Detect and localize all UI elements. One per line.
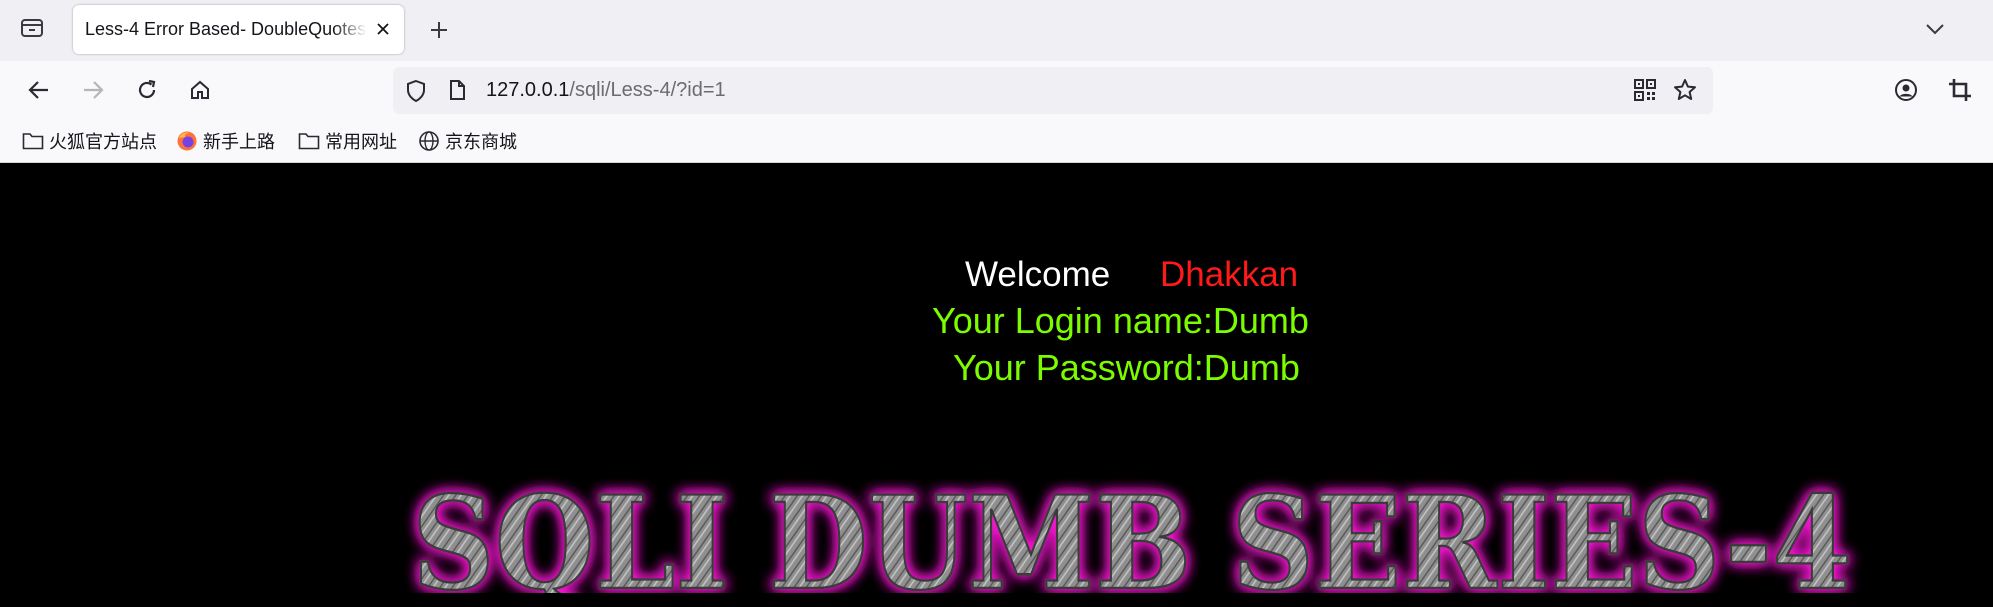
series-banner-image: SQLI DUMB SERIES-4 bbox=[411, 468, 1854, 593]
shield-icon[interactable] bbox=[405, 79, 427, 108]
plus-icon bbox=[431, 22, 447, 38]
back-button[interactable] bbox=[21, 72, 57, 108]
bookmark-label: 常用网址 bbox=[325, 132, 397, 152]
navigation-toolbar: 127.0.0.1/sqli/Less-4/?id=1 bbox=[0, 61, 1993, 120]
welcome-line: Welcome Dhakkan bbox=[0, 255, 1993, 299]
active-tab[interactable]: Less-4 Error Based- DoubleQuotes- String bbox=[73, 5, 404, 54]
bookmark-label: 京东商城 bbox=[445, 132, 517, 152]
close-icon[interactable] bbox=[372, 18, 394, 40]
tab-list-icon[interactable] bbox=[14, 13, 50, 43]
page-content: Welcome Dhakkan Your Login name:Dumb You… bbox=[0, 163, 1993, 607]
home-button[interactable] bbox=[182, 72, 218, 108]
home-icon bbox=[191, 80, 209, 99]
bookmarks-toolbar: 火狐官方站点 新手上路 常用网址 京东商城 bbox=[0, 120, 1993, 163]
arrow-left-icon bbox=[28, 81, 48, 99]
bookmark-item[interactable]: 新手上路 bbox=[176, 120, 275, 162]
list-all-tabs-button[interactable] bbox=[1918, 12, 1952, 46]
url-text[interactable]: 127.0.0.1/sqli/Less-4/?id=1 bbox=[486, 67, 726, 114]
folder-icon bbox=[22, 133, 44, 150]
bookmark-item[interactable]: 京东商城 bbox=[418, 120, 517, 162]
folder-icon bbox=[298, 133, 320, 150]
chevron-down-icon bbox=[1926, 24, 1944, 35]
welcome-text: Welcome bbox=[965, 255, 1111, 294]
new-tab-button[interactable] bbox=[422, 13, 456, 47]
page-icon[interactable] bbox=[448, 79, 466, 106]
welcome-name: Dhakkan bbox=[1160, 255, 1299, 294]
bookmark-star-icon[interactable] bbox=[1673, 78, 1697, 107]
arrow-right-icon bbox=[84, 81, 104, 99]
bookmark-label: 新手上路 bbox=[203, 132, 275, 152]
account-icon bbox=[1895, 79, 1917, 101]
qr-code-icon[interactable] bbox=[1633, 78, 1657, 107]
reload-icon bbox=[138, 79, 156, 99]
forward-button[interactable] bbox=[75, 72, 111, 108]
bookmark-label: 火狐官方站点 bbox=[49, 132, 157, 152]
url-host: 127.0.0.1 bbox=[486, 79, 570, 101]
account-button[interactable] bbox=[1888, 72, 1924, 108]
banner-text: SQLI DUMB SERIES-4 bbox=[412, 469, 1852, 593]
reload-button[interactable] bbox=[129, 72, 165, 108]
url-path: /sqli/Less-4/?id=1 bbox=[569, 79, 726, 101]
password-text: Your Password:Dumb bbox=[953, 347, 1300, 388]
screenshot-button[interactable] bbox=[1942, 72, 1978, 108]
bookmark-item[interactable]: 火狐官方站点 bbox=[22, 120, 157, 162]
firefox-icon bbox=[177, 131, 197, 151]
bookmark-item[interactable]: 常用网址 bbox=[298, 120, 397, 162]
tab-strip: Less-4 Error Based- DoubleQuotes- String bbox=[0, 0, 1993, 61]
globe-icon bbox=[419, 131, 439, 151]
login-name-text: Your Login name:Dumb bbox=[932, 300, 1309, 341]
crop-icon bbox=[1949, 79, 1971, 101]
address-bar[interactable]: 127.0.0.1/sqli/Less-4/?id=1 bbox=[393, 67, 1713, 114]
tab-title: Less-4 Error Based- DoubleQuotes- String bbox=[85, 19, 367, 39]
